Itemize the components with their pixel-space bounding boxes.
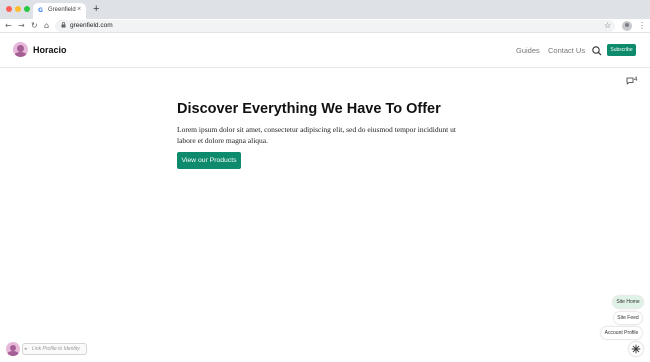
- asterisk-icon[interactable]: [629, 342, 643, 356]
- account-profile-button[interactable]: Account Profile: [601, 327, 642, 339]
- brand-avatar[interactable]: [13, 42, 28, 57]
- nav-link-contact[interactable]: Contact Us: [548, 46, 585, 55]
- link-profile-label: Link Profile to Identity: [32, 346, 80, 352]
- nav-link-guides[interactable]: Guides: [516, 46, 540, 55]
- forward-arrow-icon[interactable]: →: [18, 21, 25, 30]
- window-minimize-button[interactable]: [15, 6, 21, 12]
- reload-icon[interactable]: ↻: [31, 21, 38, 30]
- browser-tab[interactable]: G Greenfield ×: [33, 3, 86, 19]
- back-arrow-icon[interactable]: ←: [5, 21, 12, 30]
- window-close-button[interactable]: [6, 6, 12, 12]
- identity-avatar[interactable]: [6, 342, 20, 356]
- site-feed-button[interactable]: Site Feed: [614, 312, 642, 324]
- address-bar[interactable]: greenfield.com: [55, 20, 615, 32]
- lock-icon[interactable]: [61, 22, 66, 30]
- profile-icon[interactable]: [622, 21, 632, 31]
- tab-close-icon[interactable]: ×: [77, 6, 81, 14]
- browser-tab-bar: G Greenfield × +: [0, 0, 650, 19]
- favicon-icon: G: [38, 7, 43, 14]
- arrow-left-icon: ◂: [24, 346, 27, 352]
- view-products-button[interactable]: View our Products: [177, 152, 241, 169]
- hero-text: Lorem ipsum dolor sit amet, consectetur …: [177, 125, 456, 145]
- site-home-button[interactable]: Site Home: [613, 296, 643, 308]
- url-text: greenfield.com: [70, 22, 113, 29]
- comment-icon: [626, 77, 634, 85]
- browser-toolbar: ← → ↻ ⌂ greenfield.com ☆ ⋮: [0, 19, 650, 33]
- search-icon[interactable]: [591, 44, 603, 56]
- new-tab-button[interactable]: +: [93, 4, 99, 15]
- subscribe-button[interactable]: Subscribe: [607, 44, 636, 56]
- kebab-menu-icon[interactable]: ⋮: [638, 21, 646, 30]
- hero-title: Discover Everything We Have To Offer: [177, 101, 441, 117]
- link-profile-button[interactable]: ◂ Link Profile to Identity: [22, 343, 87, 355]
- home-icon[interactable]: ⌂: [44, 21, 49, 30]
- comments-button[interactable]: 4: [626, 76, 640, 86]
- window-maximize-button[interactable]: [24, 6, 30, 12]
- bookmark-star-icon[interactable]: ☆: [604, 21, 611, 30]
- tab-title: Greenfield: [48, 7, 76, 13]
- brand-name[interactable]: Horacio: [33, 45, 67, 55]
- comment-count: 4: [634, 77, 638, 83]
- site-header: Horacio Guides Contact Us Subscribe: [0, 34, 650, 68]
